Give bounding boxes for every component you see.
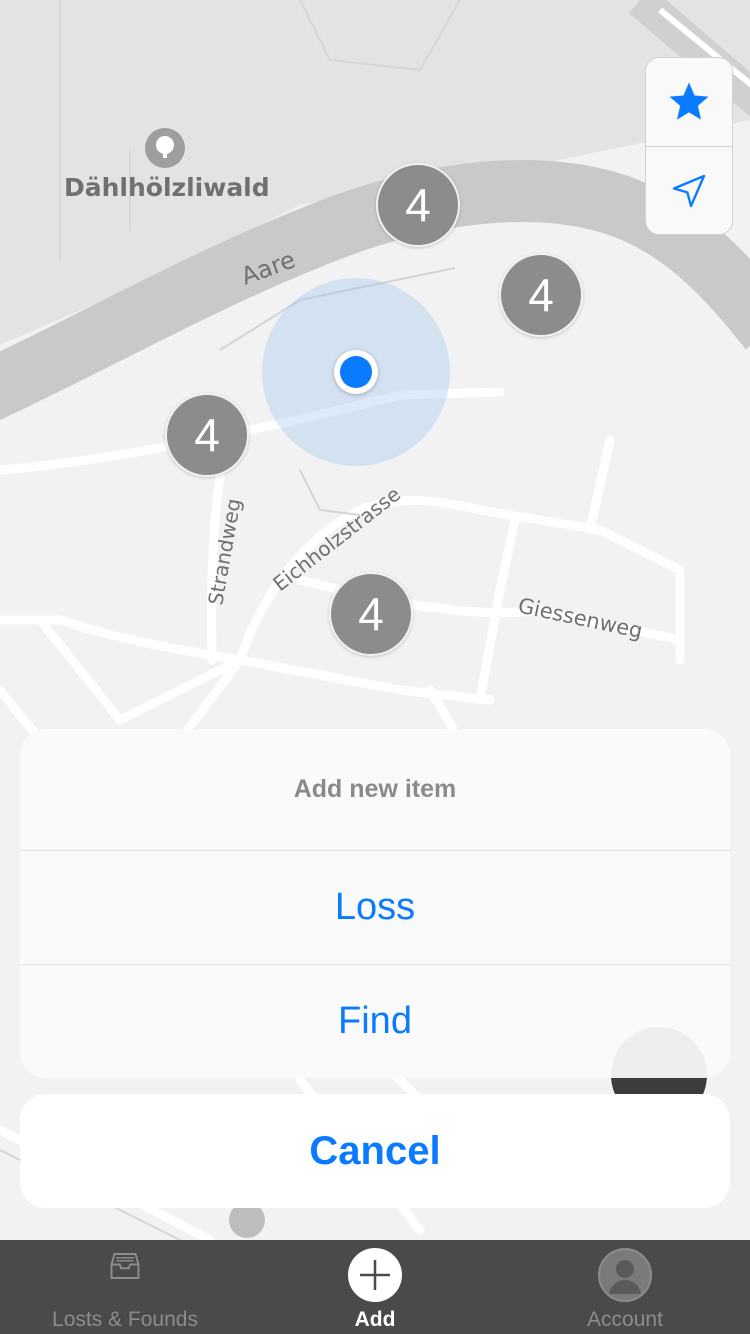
map-cluster[interactable]: 4 bbox=[165, 393, 249, 477]
tab-account[interactable]: Account bbox=[500, 1240, 750, 1334]
map-cluster[interactable]: 4 bbox=[499, 253, 583, 337]
tab-label: Add bbox=[354, 1308, 396, 1331]
locate-me-button[interactable] bbox=[646, 147, 732, 234]
tab-bar: Losts & Founds Add Account bbox=[0, 1240, 750, 1334]
map-controls bbox=[645, 57, 733, 235]
plus-icon bbox=[348, 1248, 402, 1302]
location-arrow-icon bbox=[672, 174, 706, 208]
user-location-dot bbox=[334, 350, 378, 394]
park-poi-icon bbox=[145, 128, 185, 168]
tab-label: Losts & Founds bbox=[52, 1308, 198, 1331]
tab-label: Account bbox=[587, 1308, 663, 1331]
tab-add[interactable]: Add bbox=[250, 1240, 500, 1334]
loss-button[interactable]: Loss bbox=[20, 851, 730, 964]
star-icon bbox=[669, 82, 709, 120]
action-sheet-title: Add new item bbox=[20, 729, 730, 851]
tab-losts-founds[interactable]: Losts & Founds bbox=[0, 1240, 250, 1334]
map-label-forest: Dählhölzliwald bbox=[64, 173, 270, 202]
map-cluster[interactable]: 4 bbox=[376, 163, 460, 247]
person-icon bbox=[598, 1248, 652, 1302]
find-button[interactable]: Find bbox=[20, 964, 730, 1078]
action-sheet: Add new item Loss Find bbox=[20, 729, 730, 1078]
cancel-button[interactable]: Cancel bbox=[20, 1094, 730, 1208]
map-cluster[interactable]: 4 bbox=[329, 572, 413, 656]
favorites-button[interactable] bbox=[646, 58, 732, 147]
inbox-icon bbox=[110, 1253, 140, 1279]
